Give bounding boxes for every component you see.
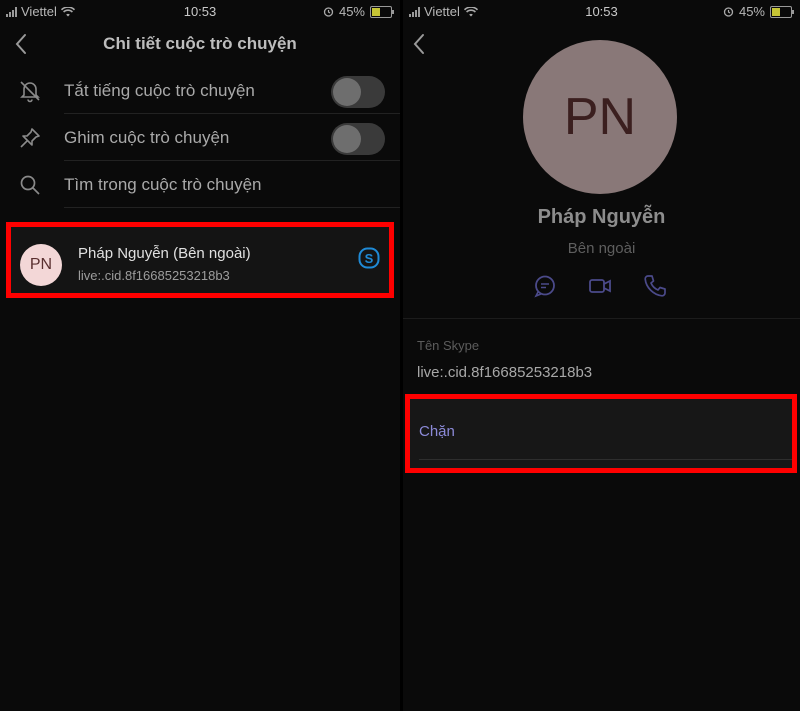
pin-conversation-row[interactable]: Ghim cuộc trò chuyện — [0, 115, 400, 161]
skype-name-label: Tên Skype — [417, 338, 480, 353]
mute-conversation-row[interactable]: Tắt tiếng cuộc trò chuyện — [0, 68, 400, 114]
contact-id: live:.cid.8f16685253218b3 — [78, 268, 230, 283]
battery-icon — [770, 5, 794, 18]
status-bar: Viettel 10:53 45% — [403, 0, 800, 22]
block-button[interactable]: Chặn — [405, 394, 797, 473]
contact-name: Pháp Nguyễn (Bên ngoài) — [78, 245, 251, 262]
contact-row[interactable]: PN Pháp Nguyễn (Bên ngoài) live:.cid.8f1… — [6, 222, 394, 298]
battery-icon — [370, 5, 394, 18]
battery-percent: 45% — [738, 4, 765, 19]
block-label: Chặn — [419, 423, 455, 440]
profile-name: Pháp Nguyễn — [537, 206, 666, 228]
profile-subtitle: Bên ngoài — [567, 240, 636, 257]
battery-level — [772, 7, 780, 16]
search-icon — [20, 175, 40, 195]
skype-icon: S — [358, 247, 380, 269]
page-title: Chi tiết cuộc trò chuyện — [103, 34, 297, 53]
battery-percent: 45% — [338, 4, 365, 19]
pin-icon — [20, 128, 40, 148]
video-icon[interactable] — [587, 273, 613, 299]
alarm-icon — [323, 7, 334, 17]
back-icon[interactable] — [408, 32, 432, 56]
pin-toggle[interactable] — [331, 123, 385, 155]
mute-label: Tắt tiếng cuộc trò chuyện — [64, 81, 255, 100]
search-label: Tìm trong cuộc trò chuyện — [64, 175, 262, 194]
profile-avatar: PN — [523, 40, 677, 194]
battery-level — [372, 7, 380, 16]
chat-details-screen: Viettel 10:53 45% Chi tiết cuộc trò chuy… — [0, 0, 400, 711]
search-conversation-row[interactable]: Tìm trong cuộc trò chuyện — [0, 162, 400, 208]
mute-toggle[interactable] — [331, 76, 385, 108]
profile-actions — [403, 273, 800, 301]
status-bar: Viettel 10:53 45% — [0, 0, 400, 22]
profile-screen: Viettel 10:53 45% PN Pháp Nguyễn Bên ngo… — [403, 0, 800, 711]
avatar: PN — [20, 244, 62, 286]
chat-icon[interactable] — [532, 273, 558, 299]
alarm-icon — [723, 7, 734, 17]
pin-label: Ghim cuộc trò chuyện — [64, 128, 230, 147]
phone-icon[interactable] — [642, 273, 668, 299]
bell-off-icon — [20, 81, 40, 103]
svg-text:S: S — [365, 251, 374, 266]
skype-name-value: live:.cid.8f16685253218b3 — [417, 364, 593, 381]
